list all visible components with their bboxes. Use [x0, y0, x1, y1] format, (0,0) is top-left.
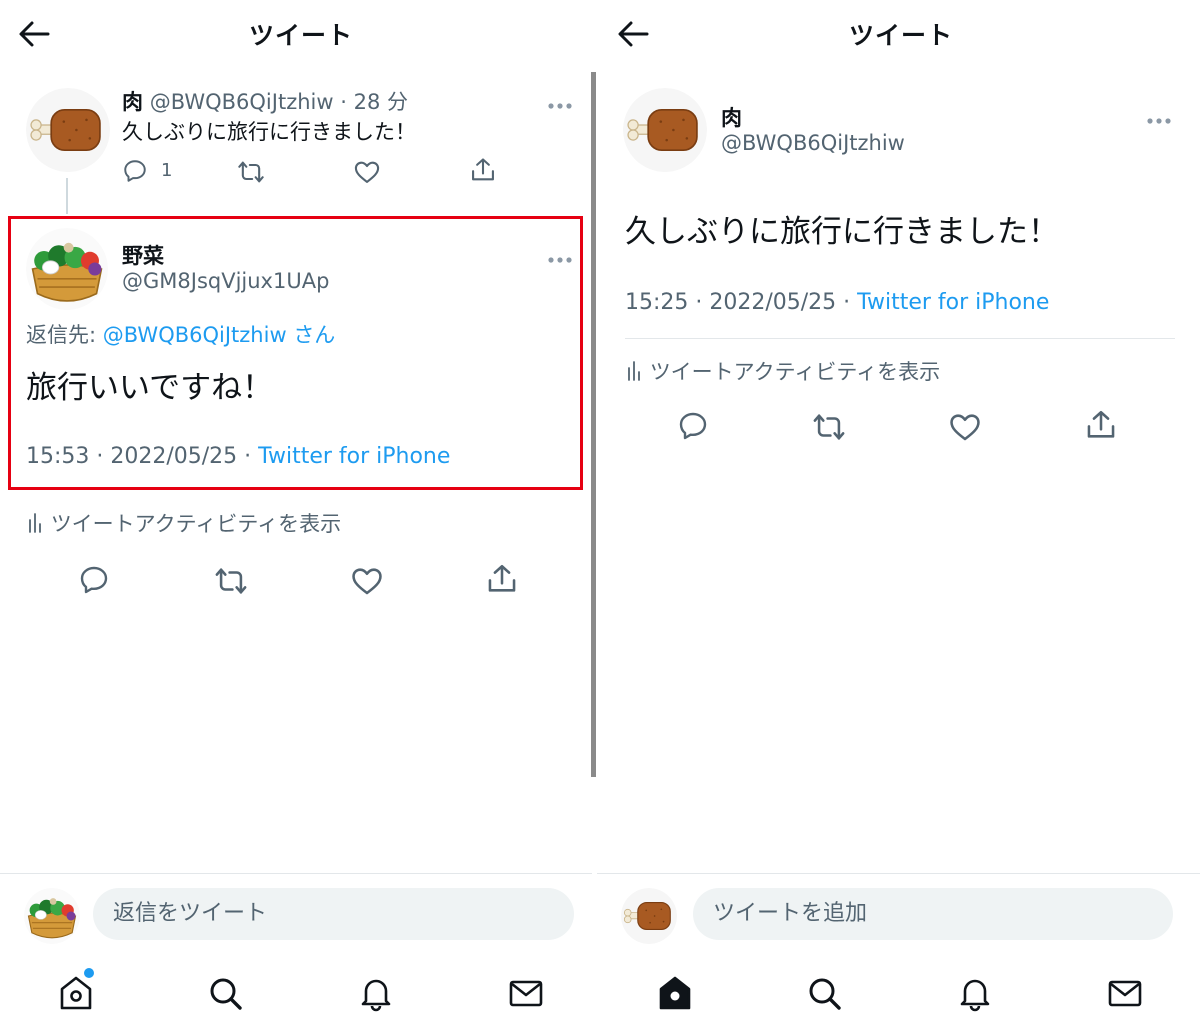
tweet-source-link[interactable]: Twitter for iPhone	[258, 444, 450, 469]
tweet-meta: 15:53 · 2022/05/25 · Twitter for iPhone	[26, 444, 450, 469]
like-icon[interactable]	[948, 410, 982, 444]
share-icon[interactable]	[469, 156, 497, 184]
parent-tweet-header: 肉 @BWQB6QiJtzhiw · 28 分	[122, 86, 408, 116]
tweet-meta: 15:25 · 2022/05/25 · Twitter for iPhone	[625, 290, 1049, 315]
tweet-text: 久しぶりに旅行に行きました！	[625, 214, 1059, 250]
left-tweet-screen: ツイート 肉 @BWQB6QiJtzhiw · 28 分 久しぶりに旅行に行きま…	[0, 0, 592, 1032]
tweet-time: · 28 分	[340, 90, 408, 114]
right-tweet-screen: ツイート 肉 @BWQB6QiJtzhiw 久しぶりに旅行に行きました！ 15:…	[597, 0, 1200, 1032]
messages-icon[interactable]	[1107, 974, 1143, 1012]
avatar-meat[interactable]	[621, 888, 677, 944]
author-name[interactable]: 肉	[122, 90, 143, 114]
search-icon[interactable]	[208, 974, 244, 1012]
divider-line	[625, 338, 1175, 339]
tweet-timestamp: 15:53 · 2022/05/25 ·	[26, 444, 252, 469]
author-handle[interactable]: @BWQB6QiJtzhiw	[721, 131, 905, 155]
notifications-icon[interactable]	[358, 974, 394, 1012]
share-icon[interactable]	[1084, 408, 1118, 442]
tweet-activity-link[interactable]: ツイートアクティビティを表示	[627, 356, 940, 387]
replying-to-label: 返信先:	[26, 323, 97, 347]
more-options-icon[interactable]	[547, 249, 573, 257]
page-title: ツイート	[849, 21, 954, 50]
tweet-text: 旅行いいですね！	[26, 370, 274, 406]
retweet-icon[interactable]	[812, 410, 846, 444]
tweet-timestamp: 15:25 · 2022/05/25 ·	[625, 290, 851, 315]
messages-icon[interactable]	[508, 974, 544, 1012]
tweet-source-link[interactable]: Twitter for iPhone	[857, 290, 1049, 315]
reply-input[interactable]: 返信をツイート	[93, 888, 574, 940]
replying-to: 返信先: @BWQB6QiJtzhiw さん	[26, 319, 335, 349]
retweet-icon[interactable]	[214, 564, 248, 598]
back-arrow-icon[interactable]	[18, 20, 50, 48]
retweet-icon[interactable]	[237, 158, 265, 186]
reply-icon[interactable]	[677, 410, 709, 442]
new-content-dot	[84, 968, 94, 978]
thread-line	[66, 178, 68, 214]
more-options-icon[interactable]	[547, 95, 573, 103]
notifications-icon[interactable]	[957, 974, 993, 1012]
panel-divider	[591, 72, 596, 777]
reply-icon[interactable]	[78, 564, 110, 596]
author-name[interactable]: 肉	[721, 102, 742, 132]
stats-icon	[627, 358, 643, 387]
tweet-text: 久しぶりに旅行に行きました！	[122, 120, 416, 144]
reply-input[interactable]: ツイートを追加	[693, 888, 1173, 940]
replying-to-suffix: さん	[293, 323, 336, 347]
page-title: ツイート	[249, 21, 354, 50]
back-arrow-icon[interactable]	[617, 20, 649, 48]
author-handle[interactable]: @BWQB6QiJtzhiw	[150, 90, 334, 114]
tweet-activity-link[interactable]: ツイートアクティビティを表示	[28, 508, 341, 539]
home-icon[interactable]	[58, 974, 94, 1012]
like-icon[interactable]	[353, 158, 381, 186]
more-options-icon[interactable]	[1146, 110, 1172, 118]
avatar-meat[interactable]	[26, 88, 110, 172]
author-handle[interactable]: @GM8JsqVjjux1UAp	[122, 269, 329, 293]
share-icon[interactable]	[485, 562, 519, 596]
reply-count: 1	[161, 160, 173, 181]
search-icon[interactable]	[807, 974, 843, 1012]
reply-icon[interactable]	[122, 158, 148, 184]
replying-to-handle[interactable]: @BWQB6QiJtzhiw	[103, 323, 287, 347]
avatar-vegetables[interactable]	[24, 888, 80, 944]
tweet-activity-label: ツイートアクティビティを表示	[649, 360, 941, 384]
author-name[interactable]: 野菜	[122, 240, 164, 270]
stats-icon	[28, 510, 44, 539]
avatar-vegetables[interactable]	[26, 228, 108, 310]
like-icon[interactable]	[350, 564, 384, 598]
tweet-activity-label: ツイートアクティビティを表示	[50, 512, 342, 536]
avatar-meat[interactable]	[623, 88, 707, 172]
home-icon[interactable]	[657, 974, 693, 1012]
